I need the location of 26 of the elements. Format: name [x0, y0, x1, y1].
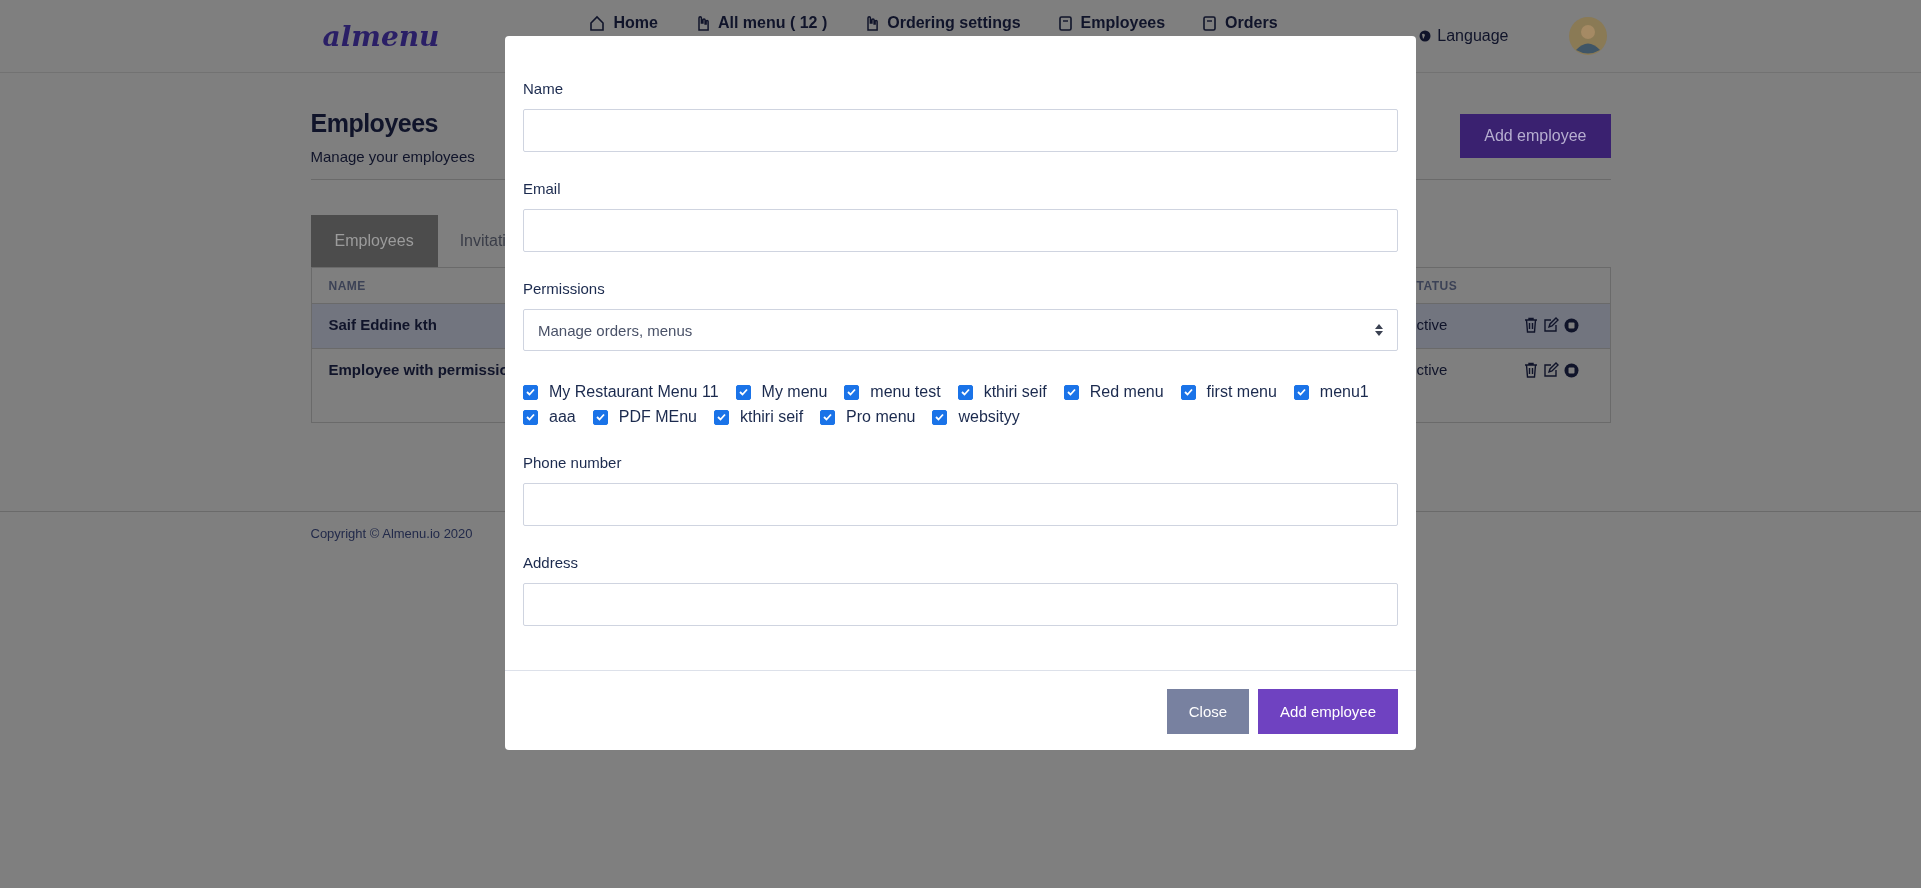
checkbox-label: first menu	[1206, 383, 1277, 401]
employee-status: ctive	[1416, 316, 1448, 333]
field-label: Email	[523, 180, 562, 197]
checkbox-label: menu test	[870, 383, 941, 401]
checkbox-label: Red menu	[1089, 383, 1164, 401]
checkbox-label: menu1	[1319, 383, 1369, 401]
page-subtitle: Manage your employees	[310, 148, 475, 165]
field-label: Phone number	[523, 454, 623, 471]
column-header: TATUS	[1416, 278, 1458, 293]
page-title: Employees	[310, 109, 439, 138]
employee-status: ctive	[1416, 361, 1448, 378]
field-label: Name	[523, 80, 564, 97]
checkbox-label: My Restaurant Menu 11	[549, 383, 719, 401]
checkbox-label: PDF MEnu	[618, 408, 697, 426]
checkbox-label: Pro menu	[846, 408, 916, 426]
checkbox-label: websityy	[958, 408, 1020, 426]
column-header: NAME	[328, 278, 366, 293]
field-label: Address	[523, 554, 580, 571]
field-label: Permissions	[523, 280, 606, 297]
checkbox-label: kthiri seif	[739, 408, 804, 426]
copyright-text: Copyright © Almenu.io 2020	[310, 526, 474, 541]
checkbox-label: My menu	[761, 383, 828, 401]
checkbox-label: aaa	[549, 408, 576, 426]
employee-name: Saif Eddine kth	[328, 316, 437, 333]
checkbox-label: kthiri seif	[983, 383, 1047, 401]
employee-name: Employee with permissio	[328, 361, 509, 378]
